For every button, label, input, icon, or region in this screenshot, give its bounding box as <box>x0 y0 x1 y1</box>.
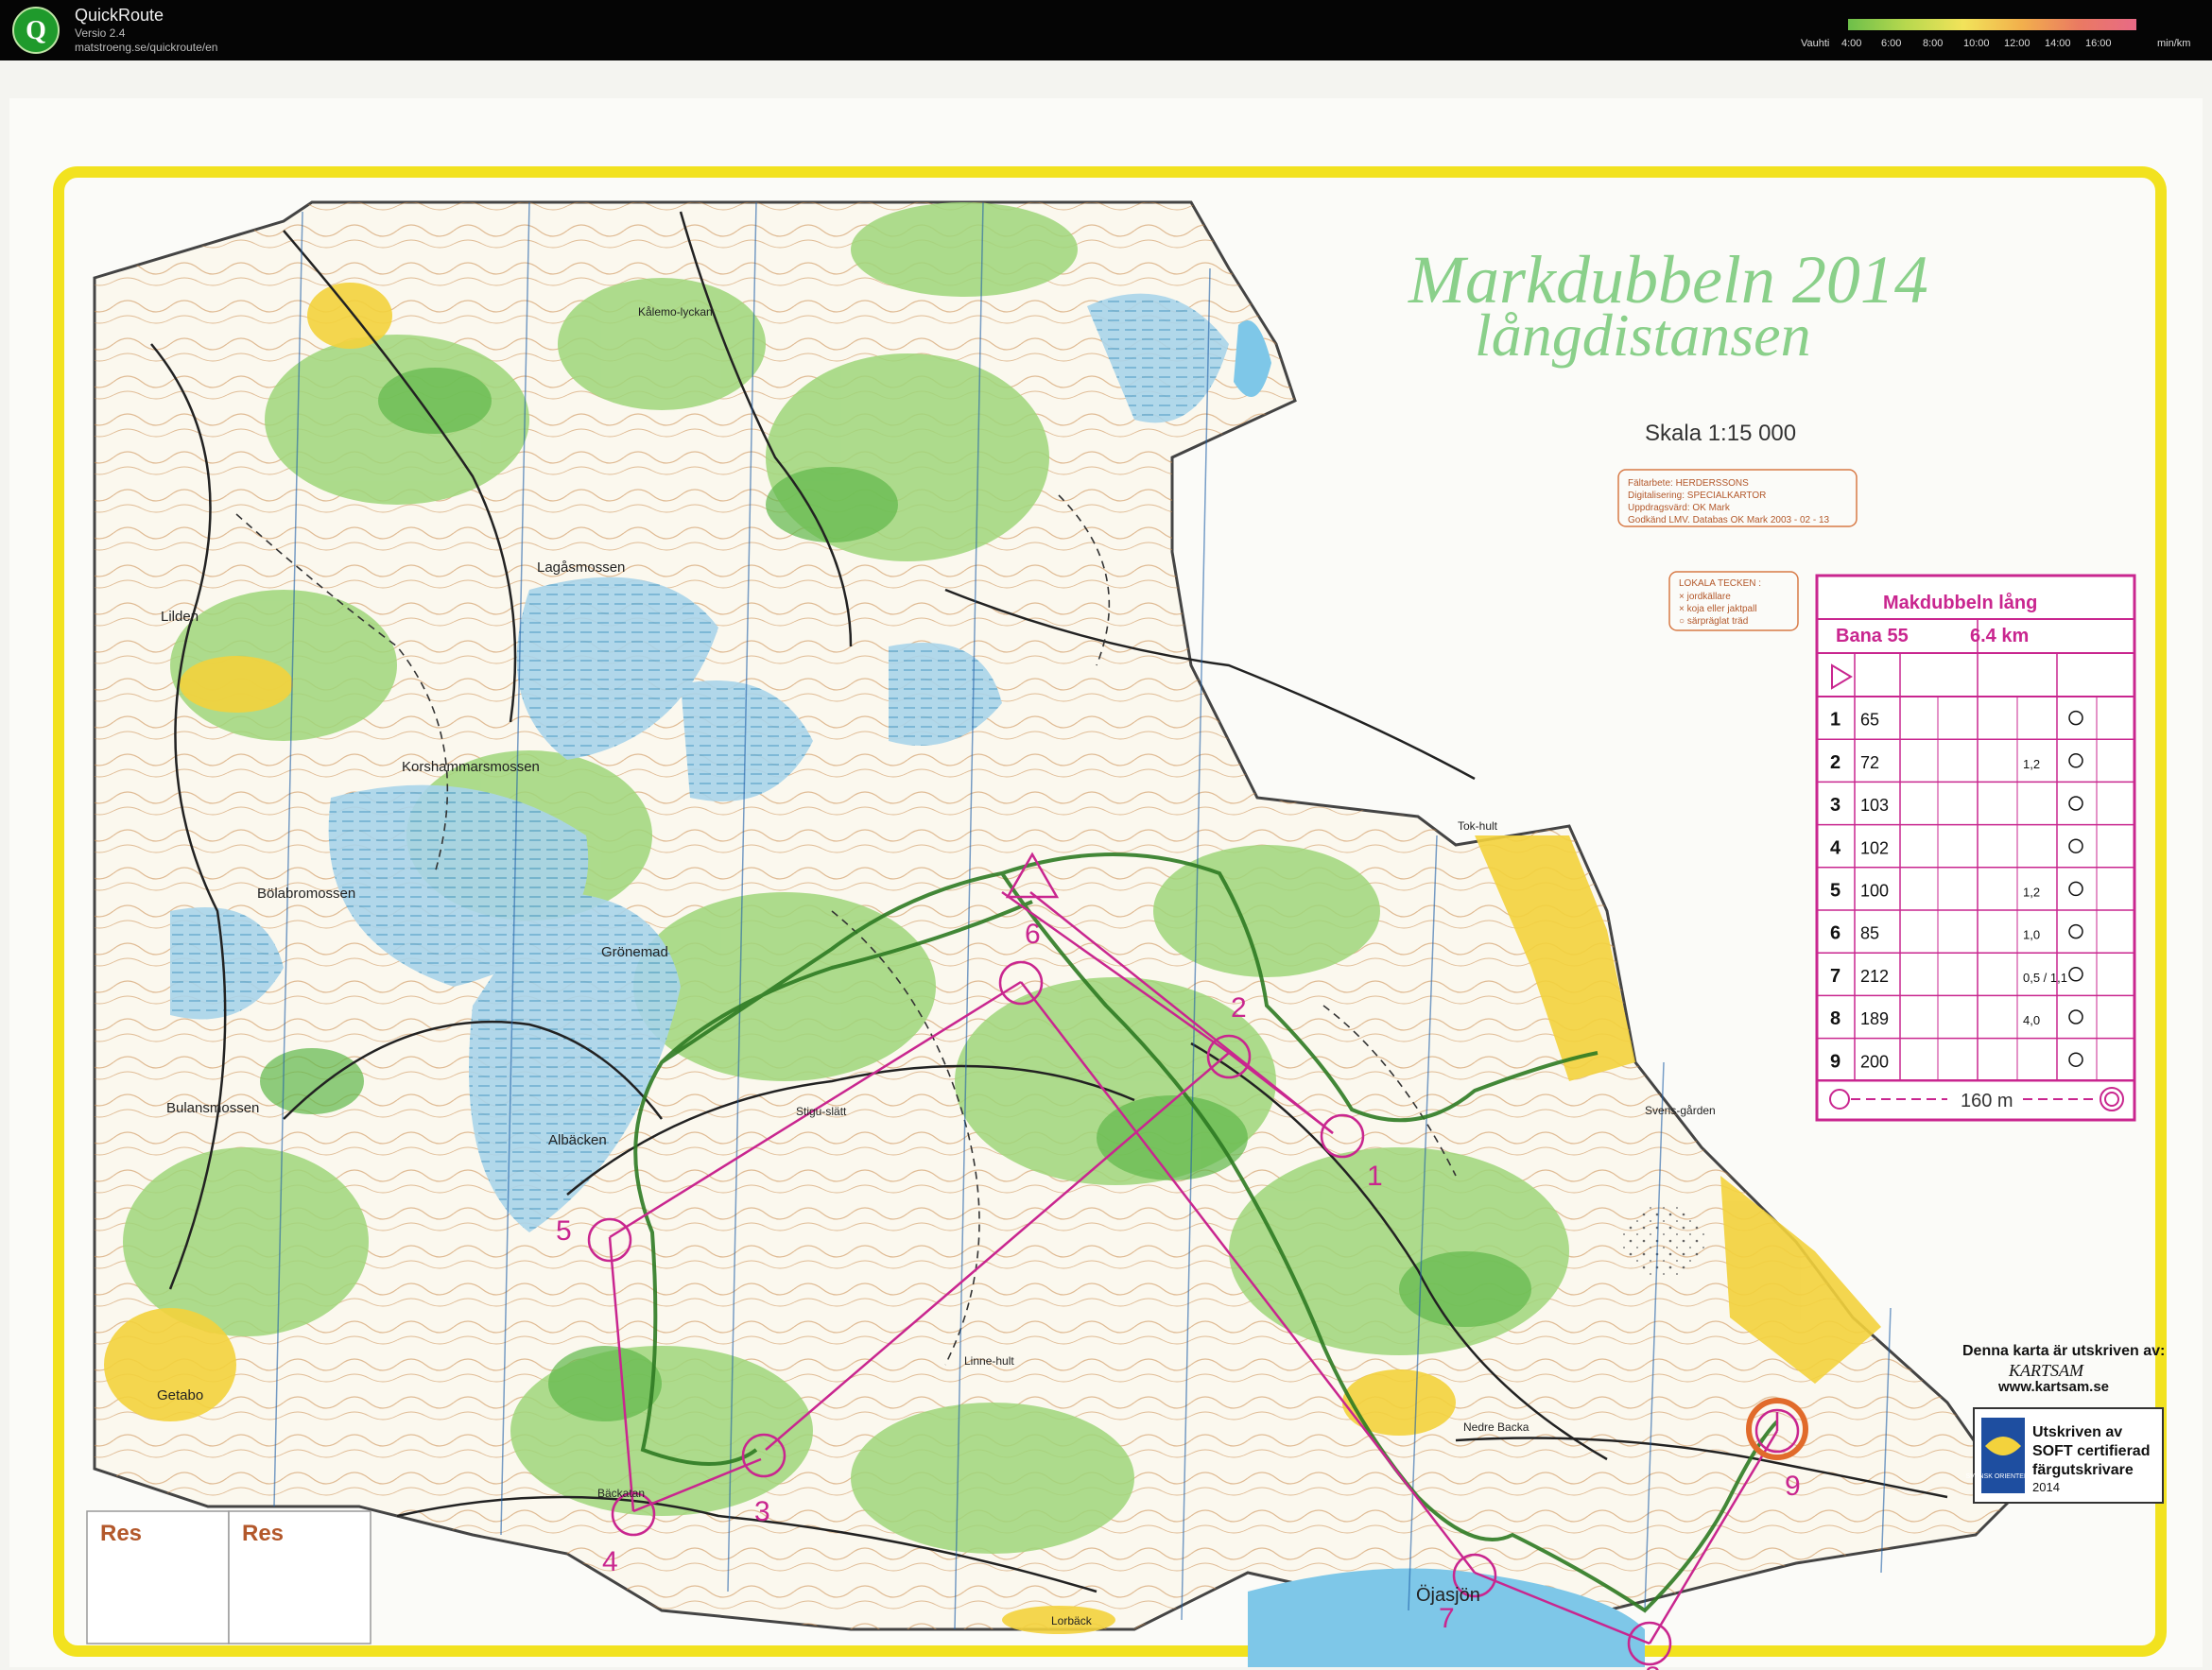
app-header: Q QuickRoute Versio 2.4 matstroeng.se/qu… <box>0 0 2212 60</box>
card-title: Makdubbeln lång <box>1883 592 2037 613</box>
card-row-number: 7 <box>1830 966 1840 987</box>
place-name: Tok-hult <box>1458 819 1498 833</box>
card-row-code: 85 <box>1860 924 1879 943</box>
pace-tick: 14:00 <box>2045 38 2071 49</box>
place-name: Lagåsmossen <box>537 560 625 576</box>
place-name: Bäckatan <box>597 1487 645 1500</box>
credit-line: Uppdragsvärd: OK Mark <box>1628 503 1731 513</box>
control-number: 4 <box>602 1546 618 1577</box>
result-boxes: Res Res <box>86 1510 372 1644</box>
place-name: Lorbäck <box>1051 1614 1093 1627</box>
place-name: Stigu-slätt <box>796 1105 847 1118</box>
pace-tick: 10:00 <box>1963 38 1990 49</box>
control-number: 9 <box>1785 1471 1801 1502</box>
control-number: 5 <box>556 1215 572 1247</box>
place-name: Grönemad <box>601 944 668 960</box>
control-number: 2 <box>1231 992 1247 1024</box>
local-symbol-item: × koja eller jaktpall <box>1679 604 1757 614</box>
card-row-number: 4 <box>1830 837 1841 858</box>
quickroute-logo-icon: Q <box>12 7 60 54</box>
card-row-code: 200 <box>1860 1052 1889 1071</box>
place-name: Öjasjön <box>1416 1585 1480 1606</box>
soft-certified-badge: SVENSK ORIENTERING Utskriven av SOFT cer… <box>1966 1407 2164 1504</box>
map-subtitle: långdistansen <box>1475 301 1811 369</box>
control-number: 8 <box>1645 1661 1661 1670</box>
printer-url: www.kartsam.se <box>1997 1379 2109 1395</box>
orienteering-map[interactable]: 1 2 3 4 5 6 7 8 9 Lagåsmossen Korshammar… <box>0 60 2212 1670</box>
card-row-number: 2 <box>1830 752 1840 773</box>
pace-tick: 6:00 <box>1881 38 1902 49</box>
card-row-code: 189 <box>1860 1009 1889 1028</box>
place-name: Korshammarsmossen <box>402 759 540 775</box>
card-length: 6.4 km <box>1970 626 2029 646</box>
card-row-number: 8 <box>1830 1008 1840 1029</box>
res-label: Res <box>242 1521 284 1546</box>
finish-distance: 160 m <box>1961 1091 2013 1111</box>
card-row-code: 212 <box>1860 967 1889 986</box>
map-viewport[interactable]: 1 2 3 4 5 6 7 8 9 Lagåsmossen Korshammar… <box>0 60 2212 1670</box>
badge-line: SOFT certifierad <box>2032 1443 2150 1459</box>
card-row-size: 1,2 <box>2023 886 2040 900</box>
credit-line: Godkänd LMV. Databas OK Mark 2003 - 02 -… <box>1628 515 1830 525</box>
card-row-number: 6 <box>1830 923 1840 944</box>
app-url[interactable]: matstroeng.se/quickroute/en <box>75 41 217 54</box>
control-number: 3 <box>754 1496 770 1527</box>
printer-line: Denna karta är utskriven av: <box>1962 1343 2165 1359</box>
card-row-size: 1,0 <box>2023 928 2040 942</box>
place-name: Getabo <box>157 1387 203 1403</box>
control-description-card: Makdubbeln lång Bana 55 6.4 km 1 652 72 1,2… <box>1815 574 2136 1122</box>
place-name: Linne-hult <box>964 1354 1014 1368</box>
local-symbols-title: LOKALA TECKEN : <box>1679 578 1761 589</box>
place-name: Nedre Backa <box>1463 1420 1529 1434</box>
place-name: Bulansmossen <box>166 1100 259 1116</box>
pace-label: Vauhti <box>1801 38 1830 49</box>
pace-tick: 12:00 <box>2004 38 2031 49</box>
card-row-number: 1 <box>1830 710 1840 731</box>
control-number: 1 <box>1367 1161 1383 1192</box>
card-row-code: 103 <box>1860 796 1889 815</box>
printer-brand: KARTSAM <box>2008 1361 2084 1380</box>
pace-color-gradient <box>1848 19 2136 30</box>
card-row-code: 102 <box>1860 838 1889 857</box>
card-row-size: 1,2 <box>2023 757 2040 771</box>
place-name: Kålemo-lyckan <box>638 305 713 319</box>
card-row-code: 100 <box>1860 882 1889 901</box>
card-row-number: 3 <box>1830 795 1840 816</box>
pace-unit: min/km <box>2157 38 2191 49</box>
pace-tick: 16:00 <box>2085 38 2112 49</box>
badge-line: Utskriven av <box>2032 1424 2122 1440</box>
svg-text:Q: Q <box>26 16 46 45</box>
place-name: Bölabromossen <box>257 886 355 902</box>
card-course: Bana 55 <box>1836 626 1909 646</box>
card-row-code: 65 <box>1860 711 1879 730</box>
place-name: Lilden <box>161 609 199 625</box>
map-scale: Skala 1:15 000 <box>1645 421 1796 446</box>
res-label: Res <box>100 1521 142 1546</box>
local-symbol-item: ○ särpräglat träd <box>1679 616 1748 627</box>
pace-tick: 4:00 <box>1841 38 1862 49</box>
card-row-size: 0,5 / 1,1 <box>2023 971 2067 985</box>
card-row-size: 4,0 <box>2023 1013 2040 1027</box>
badge-line: färgutskrivare <box>2032 1462 2134 1478</box>
local-symbol-item: × jordkällare <box>1679 592 1731 602</box>
card-row-code: 72 <box>1860 753 1879 772</box>
credit-line: Fältarbete: HERDERSSONS <box>1628 478 1749 489</box>
app-title: QuickRoute <box>75 6 164 25</box>
place-name: Albäcken <box>548 1132 607 1148</box>
card-row-number: 5 <box>1830 881 1840 902</box>
control-number: 6 <box>1025 919 1041 950</box>
badge-year: 2014 <box>2032 1480 2060 1494</box>
control-number: 7 <box>1439 1603 1455 1634</box>
place-name: Svens-gården <box>1645 1104 1716 1117</box>
pace-tick: 8:00 <box>1923 38 1944 49</box>
card-row-number: 9 <box>1830 1051 1840 1072</box>
app-version: Versio 2.4 <box>75 26 126 40</box>
credit-line: Digitalisering: SPECIALKARTOR <box>1628 491 1766 501</box>
badge-logo-text: SVENSK ORIENTERING <box>1966 1473 2041 1480</box>
